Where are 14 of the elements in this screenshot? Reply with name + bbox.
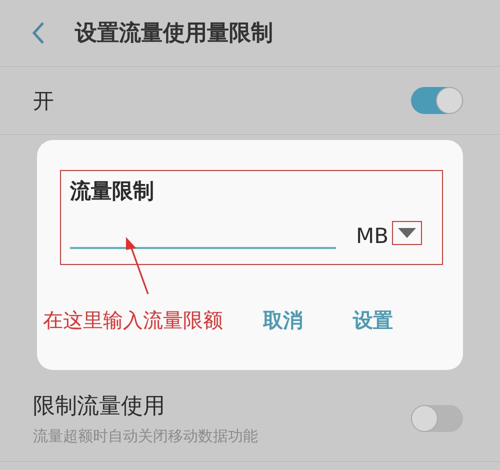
caret-icon xyxy=(396,227,417,239)
dropdown-button[interactable] xyxy=(392,221,422,245)
back-icon[interactable] xyxy=(31,21,45,45)
dialog-button[interactable]: 取消 xyxy=(263,307,303,334)
toggle-switch[interactable] xyxy=(411,87,463,114)
setting-label: 开 xyxy=(33,88,54,114)
dialog-title: 流量限制 xyxy=(70,178,155,205)
setting-label: 限制流量使用 xyxy=(33,392,166,420)
setting-description: 流量超额时自动关闭移动数据功能 xyxy=(33,426,258,446)
annotation-text: 在这里输入流量限额 xyxy=(43,307,223,334)
dialog-button[interactable]: 设置 xyxy=(353,307,393,334)
unit-label: MB xyxy=(356,223,389,249)
page-title: 设置流量使用量限制 xyxy=(75,20,273,48)
toggle-switch[interactable] xyxy=(411,404,463,432)
